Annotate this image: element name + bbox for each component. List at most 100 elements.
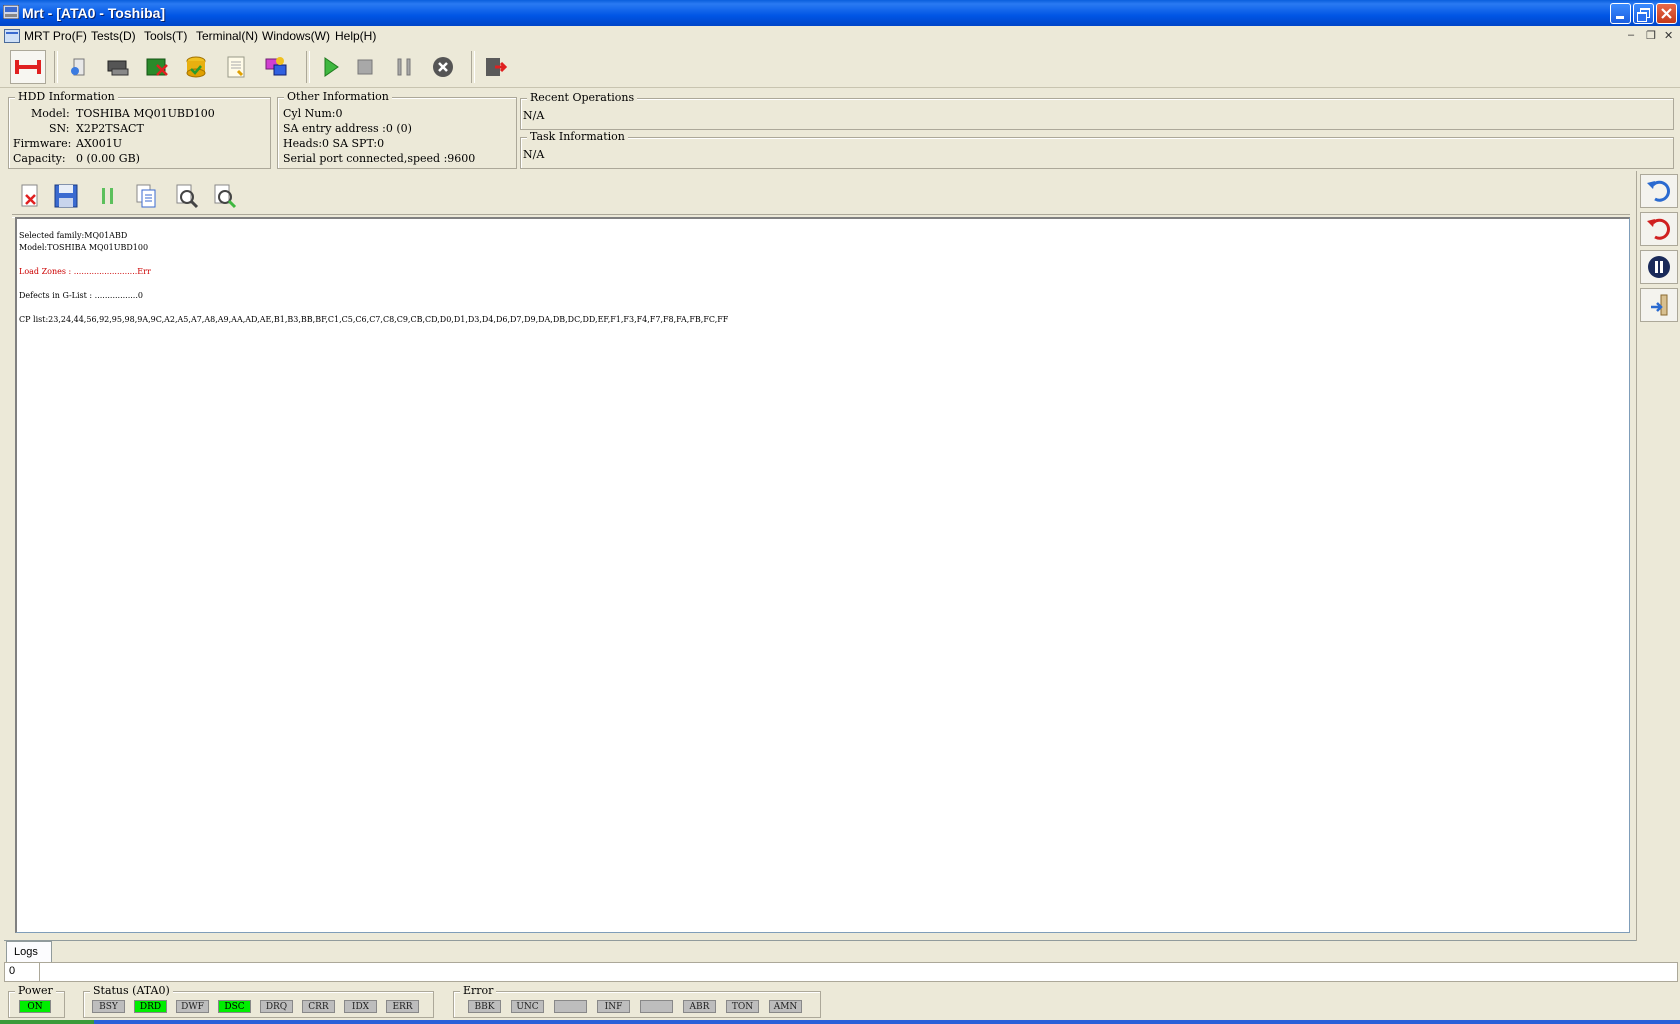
app-icon (3, 5, 19, 19)
redo-arrow-icon (1647, 218, 1671, 240)
error-led-unc: UNC (511, 1000, 544, 1013)
log-output[interactable]: Selected family:MQ01ABD Model:TOSHIBA MQ0… (15, 217, 1630, 933)
taskbar-edge (0, 1020, 1680, 1024)
other-information-legend: Other Information (284, 90, 392, 103)
menu-tools[interactable]: Tools(T) (144, 29, 187, 43)
mdi-document-icon[interactable] (4, 29, 20, 43)
connect-button[interactable] (10, 50, 46, 84)
status-legend: Status (ATA0) (90, 984, 173, 997)
status-led-idx: IDX (344, 1000, 377, 1013)
export-icon (1651, 294, 1668, 316)
log-line: Defects in G-List : .................0 (19, 291, 143, 300)
sn-value: X2P2TSACT (76, 122, 144, 135)
toolbar-separator (54, 51, 58, 83)
undo-button[interactable] (1640, 174, 1678, 208)
main-toolbar (0, 47, 1680, 88)
report-icon (227, 56, 245, 78)
mdi-minimize-button[interactable]: – (1628, 29, 1634, 41)
status-led-crr: CRR (302, 1000, 335, 1013)
pause-button[interactable] (390, 53, 418, 81)
menu-windows[interactable]: Windows(W) (262, 29, 330, 43)
firmware-value: AX001U (76, 137, 123, 150)
pause-operation-button[interactable] (1640, 250, 1678, 284)
tab-strip-line (4, 940, 1636, 941)
log-line: CP list:23,24,44,56,92,95,98,9A,9C,A2,A5… (19, 315, 729, 324)
close-button[interactable] (1656, 3, 1677, 24)
log-line: Load Zones : .........................Er… (19, 267, 151, 276)
power-legend: Power (15, 984, 56, 997)
recent-operations-value: N/A (523, 109, 545, 122)
menu-terminal[interactable]: Terminal(N) (196, 29, 258, 43)
status-led-dwf: DWF (176, 1000, 209, 1013)
play-icon (324, 57, 339, 77)
exit-icon (486, 58, 508, 76)
menu-help[interactable]: Help(H) (335, 29, 376, 43)
task-information-legend: Task Information (527, 130, 628, 143)
power-on-indicator: ON (19, 1000, 51, 1013)
restore-button[interactable] (1633, 3, 1654, 24)
error-legend: Error (460, 984, 497, 997)
abort-icon (433, 57, 453, 77)
circuit-board-icon (146, 58, 168, 76)
report-button[interactable] (222, 53, 250, 81)
exit-button[interactable] (481, 53, 509, 81)
status-led-err: ERR (386, 1000, 419, 1013)
drive-info-button[interactable] (64, 53, 92, 81)
error-group: Error BBK UNC INF ABR TON AMN (453, 984, 821, 1018)
status-strip: 0 (4, 962, 1678, 982)
find-next-button[interactable] (211, 182, 239, 210)
task-information-value: N/A (523, 148, 545, 161)
menu-bar: MRT Pro(F) Tests(D) Tools(T) Terminal(N)… (0, 26, 1680, 46)
error-led-abr: ABR (683, 1000, 716, 1013)
minimize-button[interactable] (1610, 3, 1631, 24)
search-icon (176, 184, 199, 209)
board-tool-button[interactable] (143, 53, 171, 81)
mdi-close-button[interactable]: ✕ (1664, 29, 1673, 42)
pause-log-button[interactable] (94, 182, 122, 210)
error-led-amn: AMN (769, 1000, 802, 1013)
copy-log-button[interactable] (132, 182, 160, 210)
recent-operations-group: Recent Operations N/A (520, 91, 1674, 130)
serial-port-status: Serial port connected,speed :9600 (283, 152, 476, 165)
tab-logs[interactable]: Logs (6, 941, 52, 962)
hdd-information-legend: HDD Information (15, 90, 118, 103)
error-led-bbk: BBK (468, 1000, 501, 1013)
power-group: Power ON (8, 984, 65, 1018)
pause-icon (397, 58, 411, 76)
clear-log-button[interactable] (16, 182, 44, 210)
save-log-button[interactable] (52, 182, 80, 210)
log-line: Model:TOSHIBA MQ01UBD100 (19, 243, 149, 252)
status-led-dsc: DSC (218, 1000, 251, 1013)
model-value: TOSHIBA MQ01UBD100 (76, 107, 215, 120)
toolbar-separator (306, 51, 310, 83)
mdi-restore-button[interactable]: ❐ (1646, 29, 1656, 42)
stop-button[interactable] (351, 53, 379, 81)
find-button[interactable] (173, 182, 201, 210)
window-title: Mrt - [ATA0 - Toshiba] (22, 5, 166, 21)
menu-tests[interactable]: Tests(D) (91, 29, 136, 43)
toolbar-separator (471, 51, 475, 83)
log-line: Selected family:MQ01ABD (19, 231, 128, 240)
sn-label: SN: (49, 122, 70, 135)
database-button[interactable] (182, 53, 210, 81)
find-next-icon (214, 184, 237, 209)
task-information-group: Task Information N/A (520, 130, 1674, 169)
stop-icon (357, 59, 373, 75)
modules-button[interactable] (262, 53, 290, 81)
status-strip-value: 0 (9, 965, 16, 977)
export-button[interactable] (1640, 288, 1678, 322)
abort-button[interactable] (429, 53, 457, 81)
capacity-label: Capacity: (13, 152, 66, 165)
recent-operations-legend: Recent Operations (527, 91, 638, 104)
hdd-button[interactable] (104, 53, 132, 81)
start-button[interactable] (316, 53, 344, 81)
pause-circle-icon (1648, 256, 1670, 278)
heads-sa-spt: Heads:0 SA SPT:0 (283, 137, 385, 150)
capacity-value: 0 (0.00 GB) (76, 152, 140, 165)
save-icon (54, 184, 78, 208)
model-label: Model: (31, 107, 70, 120)
modules-icon (265, 57, 287, 76)
status-led-bsy: BSY (92, 1000, 125, 1013)
reset-button[interactable] (1640, 212, 1678, 246)
menu-mrt-pro[interactable]: MRT Pro(F) (24, 29, 87, 43)
